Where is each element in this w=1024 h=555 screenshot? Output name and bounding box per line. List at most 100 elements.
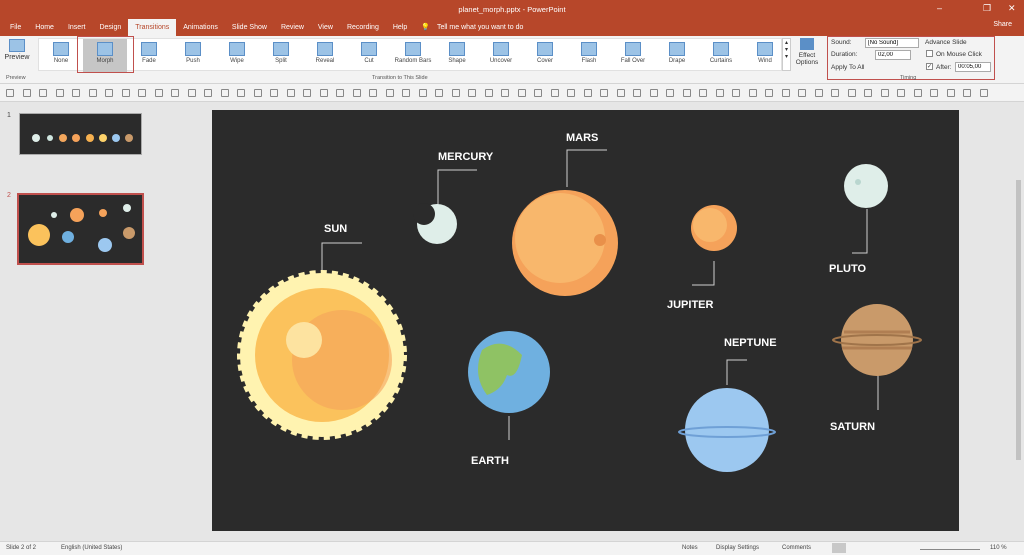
- effect-options-button[interactable]: Effect Options: [793, 38, 821, 66]
- toolbar-tool-icon[interactable]: [286, 89, 295, 97]
- notes-button[interactable]: Notes: [682, 545, 698, 551]
- toolbar-tool-icon[interactable]: [55, 89, 64, 97]
- toolbar-tool-icon[interactable]: [484, 89, 493, 97]
- toolbar-tool-icon[interactable]: [220, 89, 229, 97]
- toolbar-tool-icon[interactable]: [897, 89, 905, 97]
- after-input[interactable]: [955, 62, 991, 72]
- comments-button[interactable]: Comments: [782, 545, 811, 551]
- toolbar-tool-icon[interactable]: [187, 89, 196, 97]
- toolbar-tool-icon[interactable]: [418, 89, 427, 97]
- tab-animations[interactable]: Animations: [176, 19, 225, 36]
- slide-thumbnail-2[interactable]: [17, 193, 144, 265]
- tab-recording[interactable]: Recording: [340, 19, 386, 36]
- toolbar-tool-icon[interactable]: [121, 89, 130, 97]
- toolbar-tool-icon[interactable]: [814, 89, 823, 97]
- toolbar-tool-icon[interactable]: [864, 89, 872, 97]
- tab-review[interactable]: Review: [274, 19, 311, 36]
- preview-button[interactable]: Preview: [4, 39, 30, 61]
- transition-push[interactable]: Push: [171, 39, 215, 72]
- transition-cut[interactable]: Cut: [347, 39, 391, 72]
- tab-slide-show[interactable]: Slide Show: [225, 19, 274, 36]
- tab-home[interactable]: Home: [28, 19, 61, 36]
- toolbar-tool-icon[interactable]: [336, 89, 344, 97]
- transition-drape[interactable]: Drape: [655, 39, 699, 72]
- toolbar-tool-icon[interactable]: [352, 89, 361, 97]
- transition-shape[interactable]: Shape: [435, 39, 479, 72]
- toolbar-tool-icon[interactable]: [435, 89, 443, 97]
- transition-reveal[interactable]: Reveal: [303, 39, 347, 72]
- toolbar-tool-icon[interactable]: [732, 89, 740, 97]
- toolbar-tool-icon[interactable]: [567, 89, 575, 97]
- toolbar-tool-icon[interactable]: [616, 89, 625, 97]
- gallery-scroll[interactable]: ▴ ▾ ▾: [782, 38, 791, 71]
- toolbar-tool-icon[interactable]: [204, 89, 212, 97]
- tab-file[interactable]: File: [0, 19, 28, 36]
- on-mouse-click-checkbox[interactable]: [926, 50, 933, 57]
- toolbar-tool-icon[interactable]: [253, 89, 262, 97]
- toolbar-tool-icon[interactable]: [666, 89, 674, 97]
- toolbar-tool-icon[interactable]: [534, 89, 542, 97]
- zoom-slider[interactable]: [920, 549, 980, 550]
- slide-canvas[interactable]: SUN MERCURY MARS JUPITER PLUTO EARTH NEP…: [212, 110, 959, 531]
- toolbar-tool-icon[interactable]: [979, 89, 988, 97]
- toolbar-tool-icon[interactable]: [946, 89, 955, 97]
- toolbar-tool-icon[interactable]: [451, 89, 460, 97]
- toolbar-tool-icon[interactable]: [303, 89, 311, 97]
- toolbar-tool-icon[interactable]: [319, 89, 328, 97]
- toolbar-tool-icon[interactable]: [831, 89, 839, 97]
- sound-dropdown[interactable]: [865, 38, 919, 48]
- tab-transitions[interactable]: Transitions: [128, 19, 177, 36]
- normal-view-button[interactable]: [832, 543, 846, 553]
- toolbar-tool-icon[interactable]: [550, 89, 559, 97]
- toolbar-tool-icon[interactable]: [798, 89, 806, 97]
- toolbar-tool-icon[interactable]: [880, 89, 889, 97]
- toolbar-tool-icon[interactable]: [682, 89, 691, 97]
- tab-design[interactable]: Design: [92, 19, 128, 36]
- toolbar-tool-icon[interactable]: [781, 89, 790, 97]
- toolbar-tool-icon[interactable]: [22, 89, 31, 97]
- zoom-level[interactable]: 110 %: [990, 545, 1007, 551]
- language-indicator[interactable]: English (United States): [61, 545, 122, 551]
- toolbar-tool-icon[interactable]: [237, 89, 245, 97]
- transition-wipe[interactable]: Wipe: [215, 39, 259, 72]
- toolbar-tool-icon[interactable]: [963, 89, 971, 97]
- transition-flash[interactable]: Flash: [567, 39, 611, 72]
- toolbar-tool-icon[interactable]: [748, 89, 757, 97]
- toolbar-tool-icon[interactable]: [600, 89, 608, 97]
- toolbar-tool-icon[interactable]: [715, 89, 724, 97]
- toolbar-tool-icon[interactable]: [583, 89, 592, 97]
- toolbar-tool-icon[interactable]: [369, 89, 377, 97]
- toolbar-tool-icon[interactable]: [88, 89, 97, 97]
- toolbar-tool-icon[interactable]: [6, 89, 14, 97]
- transition-cover[interactable]: Cover: [523, 39, 567, 72]
- toolbar-tool-icon[interactable]: [468, 89, 476, 97]
- toolbar-tool-icon[interactable]: [501, 89, 509, 97]
- restore-button[interactable]: ❐: [983, 3, 991, 14]
- tab-help[interactable]: Help: [386, 19, 414, 36]
- display-settings-button[interactable]: Display Settings: [716, 545, 759, 551]
- share-button[interactable]: Share: [993, 21, 1012, 28]
- transition-random-bars[interactable]: Random Bars: [391, 39, 435, 72]
- toolbar-tool-icon[interactable]: [517, 89, 526, 97]
- transition-fall-over[interactable]: Fall Over: [611, 39, 655, 72]
- toolbar-tool-icon[interactable]: [930, 89, 938, 97]
- duration-input[interactable]: [875, 50, 911, 60]
- apply-to-all-button[interactable]: Apply To All: [831, 64, 864, 71]
- toolbar-tool-icon[interactable]: [847, 89, 856, 97]
- scrollbar-thumb[interactable]: [1016, 180, 1021, 460]
- toolbar-tool-icon[interactable]: [154, 89, 163, 97]
- toolbar-tool-icon[interactable]: [39, 89, 47, 97]
- transition-curtains[interactable]: Curtains: [699, 39, 743, 72]
- transition-split[interactable]: Split: [259, 39, 303, 72]
- transition-wind[interactable]: Wind: [743, 39, 787, 72]
- toolbar-tool-icon[interactable]: [765, 89, 773, 97]
- toolbar-tool-icon[interactable]: [270, 89, 278, 97]
- close-button[interactable]: ✕: [1008, 3, 1016, 14]
- toolbar-tool-icon[interactable]: [138, 89, 146, 97]
- toolbar-tool-icon[interactable]: [385, 89, 394, 97]
- toolbar-tool-icon[interactable]: [913, 89, 922, 97]
- transition-uncover[interactable]: Uncover: [479, 39, 523, 72]
- toolbar-tool-icon[interactable]: [699, 89, 707, 97]
- minimize-button[interactable]: –: [937, 3, 942, 13]
- slide-thumbnail-1[interactable]: [19, 113, 142, 155]
